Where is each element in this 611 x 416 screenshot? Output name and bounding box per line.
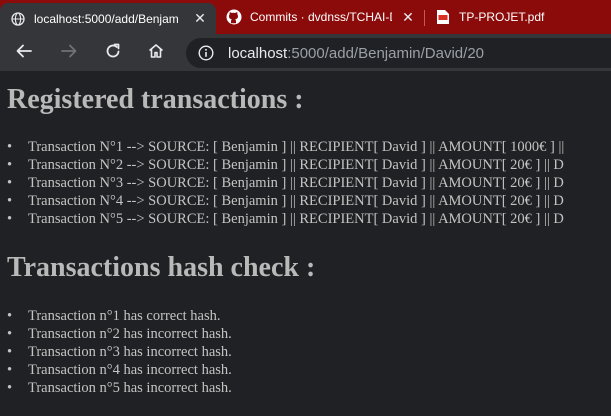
tab-strip: localhost:5000/add/Benjam ✕ Commits · dv…: [0, 0, 611, 34]
arrow-left-icon: [15, 42, 33, 65]
reload-button[interactable]: [99, 39, 127, 67]
browser-toolbar: localhost:5000/add/Benjamin/David/20: [0, 34, 611, 72]
hash-result-item: Transaction n°5 has incorrect hash.: [0, 379, 232, 397]
url-path: :5000/add/Benjamin/David/20: [287, 44, 485, 62]
pdf-icon: [435, 9, 451, 25]
tab-title: Commits · dvdnss/TCHAI-D: [250, 10, 392, 24]
back-button[interactable]: [10, 39, 38, 67]
tab-title: localhost:5000/add/Benjam: [34, 11, 179, 26]
tab-localhost[interactable]: localhost:5000/add/Benjam ✕: [0, 3, 216, 34]
forward-button[interactable]: [55, 39, 83, 67]
page-content: Registered transactions : Transaction N°…: [0, 72, 611, 416]
hash-check-heading: Transactions hash check :: [7, 252, 316, 283]
url-host: localhost: [228, 44, 288, 62]
close-tab-icon[interactable]: ✕: [192, 10, 208, 27]
transaction-item: Transaction N°2 --> SOURCE: [ Benjamin ]…: [0, 156, 564, 174]
transaction-item: Transaction N°5 --> SOURCE: [ Benjamin ]…: [0, 210, 564, 228]
tab-commits[interactable]: Commits · dvdnss/TCHAI-D ✕: [216, 0, 424, 34]
home-button[interactable]: [142, 39, 170, 67]
hash-check-list: Transaction n°1 has correct hash. Transa…: [0, 307, 232, 397]
close-tab-icon[interactable]: ✕: [400, 9, 416, 25]
transaction-item: Transaction N°3 --> SOURCE: [ Benjamin ]…: [0, 174, 564, 192]
hash-result-item: Transaction n°1 has correct hash.: [0, 307, 232, 325]
transaction-list: Transaction N°1 --> SOURCE: [ Benjamin ]…: [0, 138, 564, 228]
home-icon: [147, 42, 165, 65]
reload-icon: [104, 42, 122, 65]
github-icon: [226, 9, 242, 25]
tab-title: TP-PROJET.pdf: [459, 10, 545, 24]
transactions-heading: Registered transactions :: [7, 84, 304, 115]
url-text: localhost:5000/add/Benjamin/David/20: [228, 45, 484, 62]
hash-result-item: Transaction n°2 has incorrect hash.: [0, 325, 232, 343]
hash-result-item: Transaction n°4 has incorrect hash.: [0, 361, 232, 379]
info-icon[interactable]: [198, 45, 214, 61]
globe-icon: [10, 11, 26, 27]
tab-pdf[interactable]: TP-PROJET.pdf: [425, 0, 611, 34]
transaction-item: Transaction N°4 --> SOURCE: [ Benjamin ]…: [0, 192, 564, 210]
hash-result-item: Transaction n°3 has incorrect hash.: [0, 343, 232, 361]
arrow-right-icon: [60, 42, 78, 65]
transaction-item: Transaction N°1 --> SOURCE: [ Benjamin ]…: [0, 138, 564, 156]
address-bar[interactable]: localhost:5000/add/Benjamin/David/20: [186, 38, 611, 68]
